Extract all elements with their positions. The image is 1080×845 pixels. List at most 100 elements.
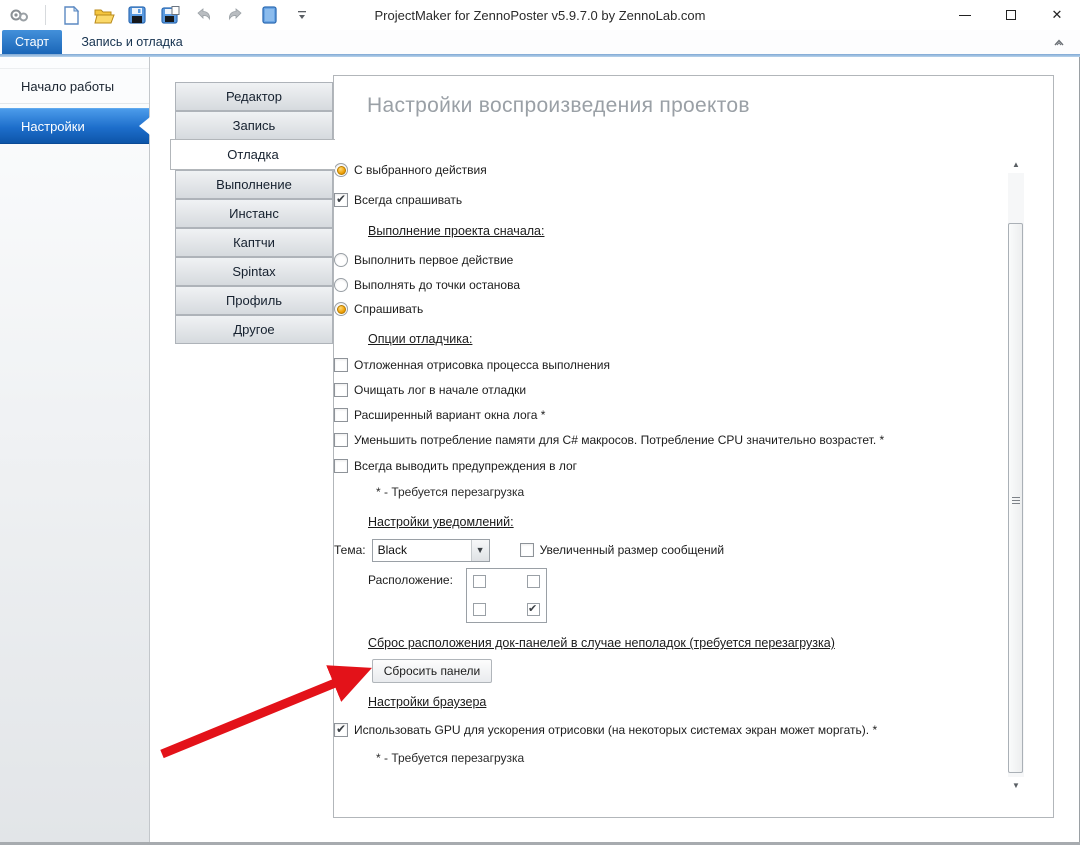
section-browser-title: Настройки браузера bbox=[368, 695, 487, 709]
position-label-row: Расположение: bbox=[368, 571, 453, 589]
browser-panel-icon[interactable] bbox=[257, 3, 281, 27]
title-bar: ProjectMaker for ZennoPoster v5.9.7.0 by… bbox=[0, 0, 1080, 30]
theme-row: Тема: Black ▼ Увеличенный размер сообщен… bbox=[334, 538, 724, 562]
save-as-icon[interactable] bbox=[158, 3, 182, 27]
sidebar-item-label: Начало работы bbox=[21, 78, 115, 94]
scrollbar-thumb[interactable] bbox=[1008, 223, 1023, 773]
checkbox-row-reduce-memory[interactable]: Уменьшить потребление памяти для C# макр… bbox=[334, 431, 884, 449]
close-icon: ✕ bbox=[1051, 7, 1063, 22]
position-label: Расположение: bbox=[368, 573, 453, 587]
checkbox-row-always-log-warnings[interactable]: Всегда выводить предупреждения в лог bbox=[334, 457, 577, 475]
selected-item-notch bbox=[139, 117, 150, 135]
settings-tab-instance[interactable]: Инстанс bbox=[175, 199, 333, 228]
checkbox-always-ask[interactable] bbox=[334, 192, 348, 207]
checkbox-position-bottom-left[interactable] bbox=[473, 603, 486, 616]
checkbox-position-bottom-right[interactable] bbox=[527, 602, 540, 616]
settings-tab-editor[interactable]: Редактор bbox=[175, 82, 333, 111]
sidebar-item-label: Настройки bbox=[21, 118, 85, 134]
scroll-up-icon[interactable]: ▲ bbox=[1008, 156, 1024, 173]
collapse-ribbon-icon[interactable] bbox=[1052, 35, 1068, 51]
radio-row-ask[interactable]: Спрашивать bbox=[334, 300, 423, 318]
radio-label: Выполнить первое действие bbox=[354, 253, 514, 267]
section-notifications-title: Настройки уведомлений: bbox=[368, 515, 514, 529]
restart-required-note-2: * - Требуется перезагрузка bbox=[376, 751, 525, 765]
projectmaker-window: { "window": { "title": "ProjectMaker for… bbox=[0, 0, 1080, 845]
open-project-icon[interactable] bbox=[92, 3, 116, 27]
checkbox-position-top-right[interactable] bbox=[527, 575, 540, 588]
radio-ask[interactable] bbox=[334, 302, 348, 316]
sidebar: Начало работы Настройки bbox=[0, 57, 150, 843]
panel-scrollbar[interactable]: ▲ ▼ bbox=[1008, 156, 1024, 794]
settings-tab-captcha[interactable]: Каптчи bbox=[175, 228, 333, 257]
radio-run-to-breakpoint[interactable] bbox=[334, 278, 348, 292]
radio-row-from-selected-action[interactable]: С выбранного действия bbox=[334, 161, 487, 179]
redo-icon[interactable] bbox=[224, 3, 248, 27]
new-project-icon[interactable] bbox=[59, 3, 83, 27]
settings-tab-spintax[interactable]: Spintax bbox=[175, 257, 333, 286]
checkbox-reduce-memory[interactable] bbox=[334, 433, 348, 447]
checkbox-label: Уменьшить потребление памяти для C# макр… bbox=[354, 433, 885, 447]
settings-tab-execution[interactable]: Выполнение bbox=[175, 170, 333, 199]
checkbox-row-always-ask[interactable]: Всегда спрашивать bbox=[334, 191, 462, 209]
section-run-first-title: Выполнение проекта сначала: bbox=[368, 224, 545, 238]
undo-icon[interactable] bbox=[191, 3, 215, 27]
checkbox-label: Увеличенный размер сообщений bbox=[539, 543, 725, 557]
section-dock-reset-title: Сброс расположения док-панелей в случае … bbox=[368, 636, 835, 650]
minimize-button[interactable] bbox=[942, 0, 988, 30]
checkbox-bigger-messages[interactable] bbox=[519, 543, 534, 557]
app-logo-icon bbox=[8, 3, 32, 27]
radio-run-first-action[interactable] bbox=[334, 253, 348, 267]
checkbox-always-log-warnings[interactable] bbox=[334, 459, 348, 473]
radio-label: С выбранного действия bbox=[354, 163, 487, 177]
tab-start[interactable]: Старт bbox=[2, 30, 62, 54]
dropdown-arrow-icon[interactable]: ▼ bbox=[470, 539, 489, 561]
toolbar-overflow-icon[interactable] bbox=[290, 3, 314, 27]
checkbox-label: Отложенная отрисовка процесса выполнения bbox=[354, 358, 610, 372]
settings-tab-other[interactable]: Другое bbox=[175, 315, 333, 344]
checkbox-row-clear-log[interactable]: Очищать лог в начале отладки bbox=[334, 381, 526, 399]
checkbox-position-top-left[interactable] bbox=[473, 575, 486, 588]
debug-settings-panel: Настройки воспроизведения проектов С выб… bbox=[333, 75, 1054, 818]
radio-label: Спрашивать bbox=[354, 302, 424, 316]
checkbox-use-gpu[interactable] bbox=[334, 722, 348, 737]
sidebar-item-settings[interactable]: Настройки bbox=[0, 108, 150, 144]
checkbox-label: Всегда выводить предупреждения в лог bbox=[354, 459, 578, 473]
theme-dropdown[interactable]: Black ▼ bbox=[371, 538, 490, 562]
checkbox-extended-log-window[interactable] bbox=[334, 408, 348, 422]
settings-tab-record[interactable]: Запись bbox=[175, 111, 333, 140]
checkbox-clear-log[interactable] bbox=[334, 383, 348, 397]
checkbox-deferred-rendering[interactable] bbox=[334, 358, 348, 372]
tab-record-debug[interactable]: Запись и отладка bbox=[62, 30, 202, 54]
theme-dropdown-value: Black bbox=[377, 543, 407, 557]
restart-required-note: * - Требуется перезагрузка bbox=[376, 485, 525, 499]
checkbox-label: Очищать лог в начале отладки bbox=[354, 383, 527, 397]
close-button[interactable]: ✕ bbox=[1034, 0, 1080, 30]
notification-position-box bbox=[466, 568, 547, 623]
radio-row-run-first-action[interactable]: Выполнить первое действие bbox=[334, 251, 513, 269]
quick-access-toolbar bbox=[0, 3, 314, 27]
scrollbar-grip bbox=[1012, 497, 1020, 504]
checkbox-label: Всегда спрашивать bbox=[354, 193, 463, 207]
radio-label: Выполнять до точки останова bbox=[354, 278, 520, 292]
maximize-icon bbox=[1006, 10, 1016, 20]
sidebar-item-getting-started[interactable]: Начало работы bbox=[0, 68, 149, 104]
save-icon[interactable] bbox=[125, 3, 149, 27]
maximize-button[interactable] bbox=[988, 0, 1034, 30]
reset-panels-button[interactable]: Сбросить панели bbox=[372, 659, 492, 683]
settings-tab-profile[interactable]: Профиль bbox=[175, 286, 333, 315]
ribbon-tabstrip: Старт Запись и отладка bbox=[0, 30, 1080, 57]
toolbar-separator bbox=[45, 5, 46, 25]
window-controls: ✕ bbox=[942, 0, 1080, 30]
settings-tab-debug[interactable]: Отладка bbox=[170, 139, 335, 170]
checkbox-row-extended-log-window[interactable]: Расширенный вариант окна лога * bbox=[334, 406, 545, 424]
minimize-icon bbox=[959, 14, 971, 16]
radio-from-selected-action[interactable] bbox=[334, 163, 348, 177]
checkbox-row-deferred-rendering[interactable]: Отложенная отрисовка процесса выполнения bbox=[334, 356, 610, 374]
scroll-down-icon[interactable]: ▼ bbox=[1008, 777, 1024, 794]
theme-label: Тема: bbox=[334, 543, 366, 557]
section-debugger-options-title: Опции отладчика: bbox=[368, 332, 473, 346]
checkbox-label: Расширенный вариант окна лога * bbox=[354, 408, 546, 422]
panel-title: Настройки воспроизведения проектов bbox=[367, 94, 750, 117]
radio-row-run-to-breakpoint[interactable]: Выполнять до точки останова bbox=[334, 276, 520, 294]
checkbox-row-use-gpu[interactable]: Использовать GPU для ускорения отрисовки… bbox=[334, 721, 877, 739]
